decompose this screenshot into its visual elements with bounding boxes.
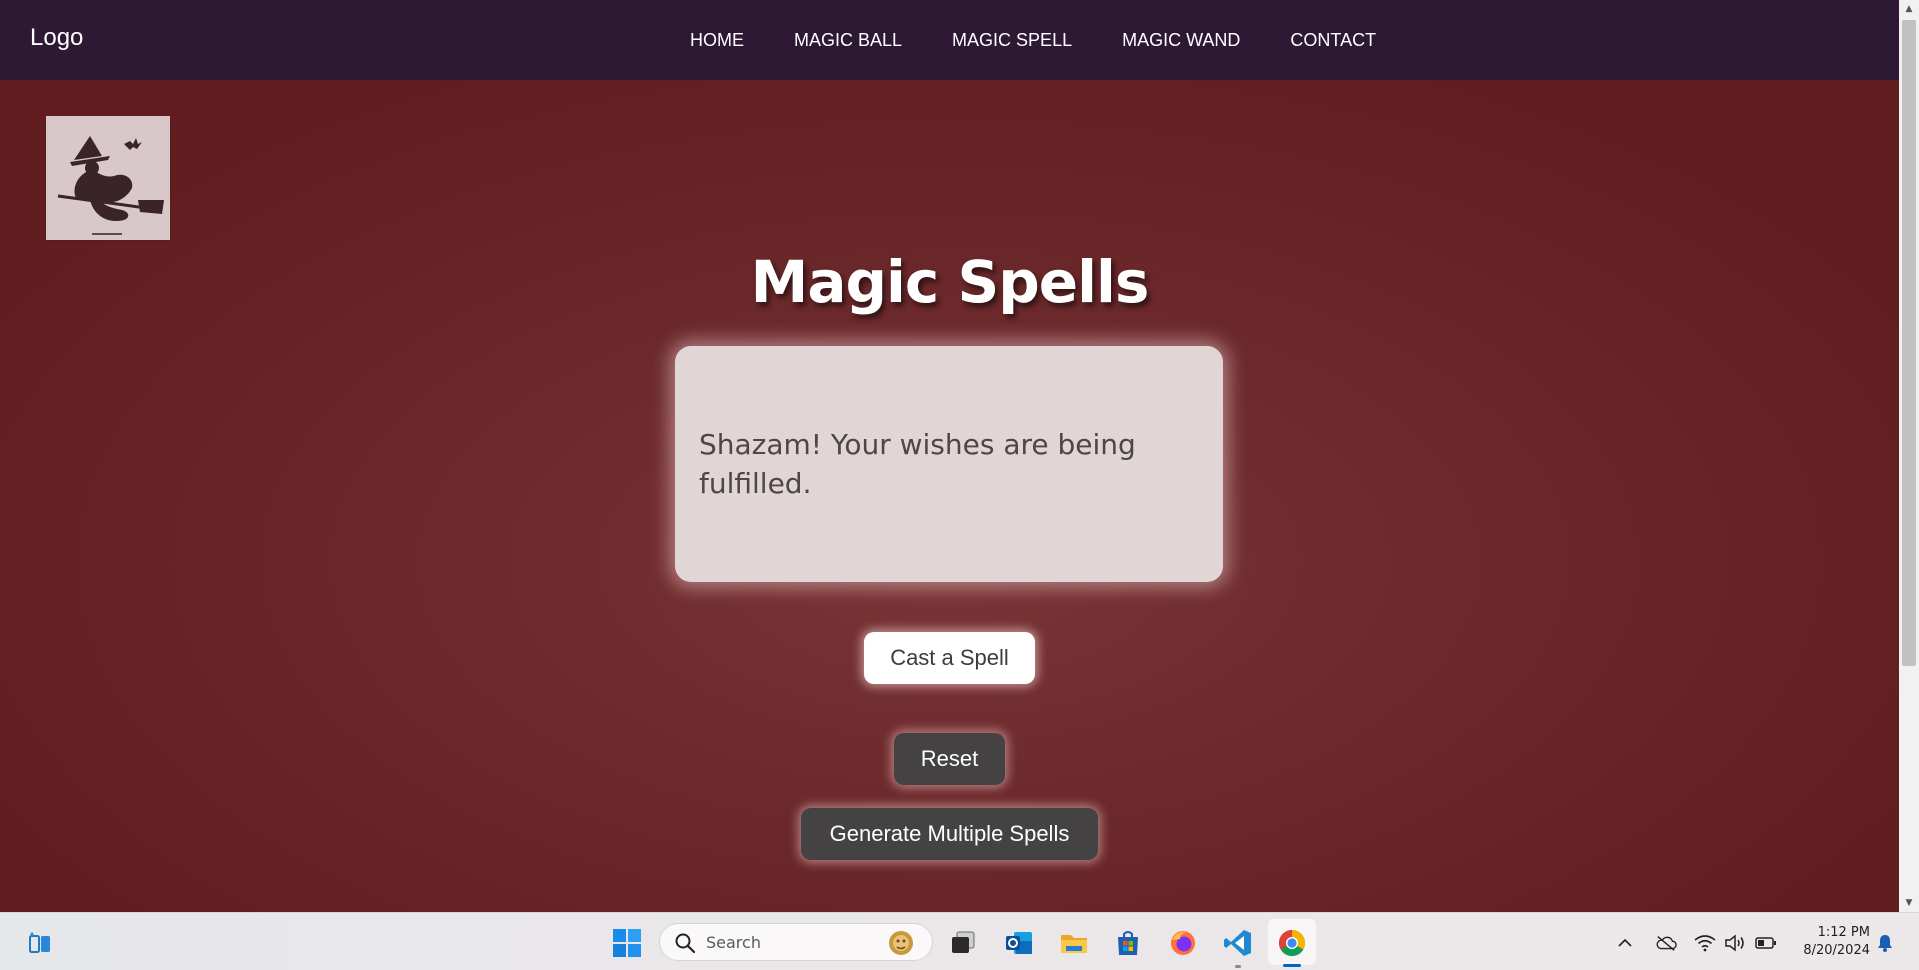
nav-link-magic-ball[interactable]: MAGIC BALL [794, 30, 902, 51]
generate-multiple-spells-button[interactable]: Generate Multiple Spells [801, 808, 1098, 860]
vscode-open-indicator [1235, 965, 1241, 968]
taskbar-clock[interactable]: 1:12 PM 8/20/2024 [1790, 924, 1870, 960]
store-icon[interactable] [1108, 923, 1148, 963]
scrollbar-thumb[interactable] [1902, 20, 1916, 666]
spell-output-card: Shazam! Your wishes are being fulfilled. [675, 346, 1223, 582]
nav-link-magic-spell[interactable]: MAGIC SPELL [952, 30, 1072, 51]
wifi-icon[interactable] [1694, 932, 1716, 954]
cast-spell-button[interactable]: Cast a Spell [864, 632, 1035, 684]
scroll-up-icon[interactable]: ▲ [1899, 0, 1919, 18]
clock-time: 1:12 PM [1817, 925, 1870, 940]
search-placeholder: Search [706, 933, 761, 952]
chrome-active-indicator [1283, 964, 1301, 967]
page-title: Magic Spells [750, 248, 1150, 316]
scroll-down-icon[interactable]: ▼ [1899, 894, 1919, 912]
widgets-icon[interactable] [20, 923, 60, 963]
spell-text: Shazam! Your wishes are being fulfilled. [699, 428, 1136, 500]
nav-link-magic-wand[interactable]: MAGIC WAND [1122, 30, 1240, 51]
site-logo[interactable]: Logo [30, 24, 83, 52]
site-navbar: Logo HOME MAGIC BALL MAGIC SPELL MAGIC W… [0, 0, 1899, 80]
taskbar-search-box[interactable]: Search [659, 923, 933, 961]
file-explorer-icon[interactable] [1054, 923, 1094, 963]
firefox-icon[interactable] [1163, 923, 1203, 963]
main-content: Magic Spells Shazam! Your wishes are bei… [0, 80, 1899, 912]
search-icon [674, 932, 696, 958]
chevron-up-icon[interactable] [1614, 932, 1636, 954]
battery-icon[interactable] [1755, 932, 1777, 954]
vertical-scrollbar[interactable]: ▲ ▼ [1899, 0, 1919, 912]
search-highlight-icon [886, 929, 916, 961]
nav-links: HOME MAGIC BALL MAGIC SPELL MAGIC WAND C… [665, 0, 1401, 80]
clock-date: 8/20/2024 [1803, 943, 1870, 958]
notification-bell-icon[interactable] [1874, 932, 1896, 954]
nav-link-contact[interactable]: CONTACT [1290, 30, 1376, 51]
reset-button[interactable]: Reset [894, 733, 1005, 785]
outlook-icon[interactable] [999, 923, 1039, 963]
onedrive-offline-icon[interactable] [1655, 932, 1677, 954]
nav-link-home[interactable]: HOME [690, 30, 744, 51]
vscode-icon[interactable] [1218, 923, 1258, 963]
volume-icon[interactable] [1724, 932, 1746, 954]
windows-taskbar: Search 1:12 PM 8/20/2024 [0, 912, 1919, 970]
chrome-icon[interactable] [1272, 923, 1312, 963]
witch-image [46, 116, 170, 240]
start-icon[interactable] [607, 923, 647, 963]
task-view-icon[interactable] [943, 923, 983, 963]
